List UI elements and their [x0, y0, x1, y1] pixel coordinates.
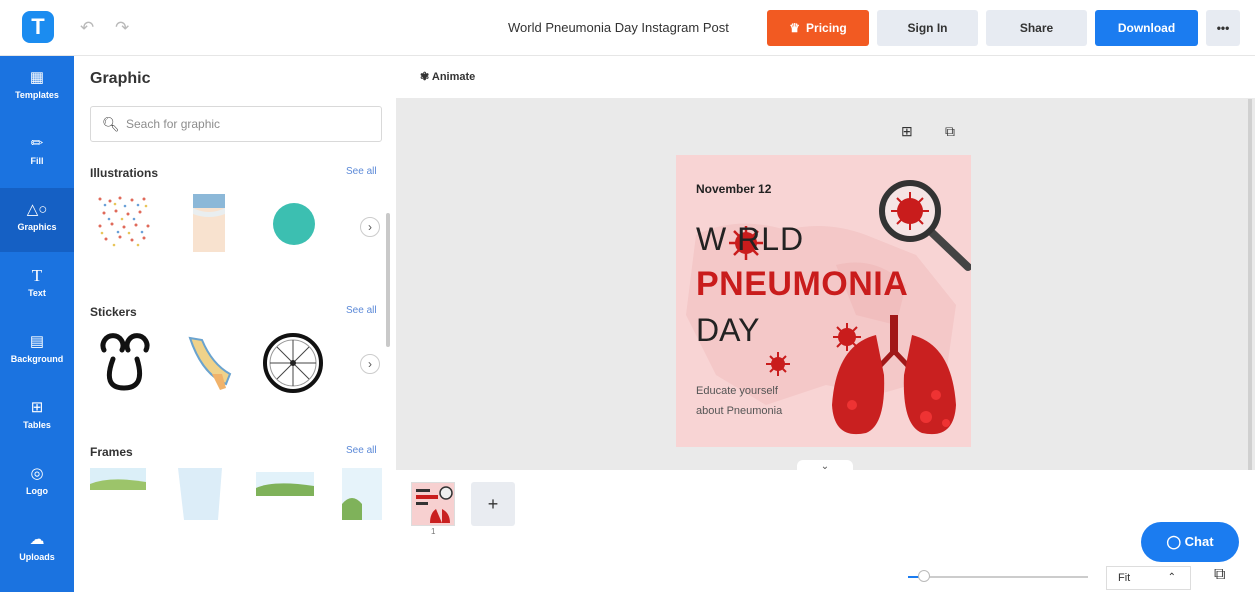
redo-icon[interactable]: ↷	[115, 18, 129, 38]
illustration-dots-thumbnail[interactable]	[94, 193, 156, 251]
zoom-value: Fit	[1118, 572, 1131, 584]
sidebar-item-logo[interactable]: ◎ Logo	[0, 452, 74, 516]
frame-partial-thumbnail[interactable]	[338, 466, 382, 522]
sticker-stethoscope-thumbnail[interactable]	[94, 332, 156, 394]
sidebar-item-background[interactable]: ▤ Background	[0, 320, 74, 384]
poster-world: W RLD	[696, 221, 805, 257]
section-title-stickers: Stickers	[90, 305, 137, 319]
panel-scrollbar[interactable]	[386, 213, 390, 347]
add-page-icon[interactable]: ⊞	[901, 123, 913, 140]
frame-hills-thumbnail[interactable]	[256, 468, 314, 500]
more-options-button[interactable]: •••	[1206, 10, 1240, 46]
app-logo[interactable]: T	[22, 11, 54, 43]
sidebar-item-label: Templates	[15, 90, 59, 100]
stickers-next-arrow[interactable]: ›	[360, 354, 380, 374]
pricing-button[interactable]: ♛ Pricing	[767, 10, 869, 46]
sidebar-item-text[interactable]: T Text	[0, 254, 74, 318]
virus-icon	[833, 323, 861, 351]
sidebar-item-templates[interactable]: ▦ Templates	[0, 56, 74, 120]
sidebar-item-label: Background	[10, 354, 64, 364]
canvas-toolbar: ✾ Animate	[396, 56, 1255, 99]
sidebar-item-label: Fill	[30, 156, 44, 166]
templates-icon: ▦	[29, 69, 45, 86]
page-thumbnail-preview	[416, 486, 453, 523]
table-icon: ⊞	[30, 399, 44, 416]
chat-button[interactable]: ◯ Chat	[1141, 522, 1239, 562]
graphics-icon: △○	[26, 201, 48, 218]
search-input[interactable]	[126, 115, 366, 133]
sidebar-item-tables[interactable]: ⊞ Tables	[0, 386, 74, 450]
document-title[interactable]: World Pneumonia Day Instagram Post	[508, 20, 729, 35]
text-icon: T	[31, 266, 43, 285]
virus-icon	[766, 352, 790, 376]
frame-landscape-thumbnail[interactable]	[90, 466, 148, 496]
logo-icon: ◎	[30, 465, 44, 482]
sidebar-item-label: Logo	[26, 486, 48, 496]
poster-day: DAY	[696, 312, 760, 348]
top-bar: T ↶ ↷ World Pneumonia Day Instagram Post…	[0, 0, 1255, 56]
crown-icon: ♛	[789, 21, 801, 35]
chat-label: Chat	[1184, 534, 1214, 549]
graphic-panel: Graphic 🔍︎ Illustrations See all › Stick…	[74, 56, 396, 592]
sidebar-item-fill[interactable]: ✏ Fill	[0, 122, 74, 186]
illustrations-next-arrow[interactable]: ›	[360, 217, 380, 237]
page-number: 1	[431, 527, 436, 536]
sign-in-button[interactable]: Sign In	[877, 10, 978, 46]
add-page-button[interactable]: +	[471, 482, 515, 526]
download-button[interactable]: Download	[1095, 10, 1198, 46]
page-thumbnail[interactable]	[411, 482, 455, 526]
search-icon: 🔍︎	[102, 116, 120, 132]
sidebar-item-label: Text	[28, 288, 46, 298]
duplicate-page-icon[interactable]: ⧉	[945, 123, 955, 140]
illustration-circle-thumbnail[interactable]	[272, 202, 316, 246]
sidebar: ▦ Templates ✏ Fill △○ Graphics T Text ▤ …	[0, 56, 74, 592]
undo-icon[interactable]: ↶	[80, 18, 94, 38]
see-all-stickers[interactable]: See all	[346, 305, 377, 316]
pages-bar: 1 + ◯ Chat Fit ⌃ ⧉	[396, 470, 1255, 592]
frame-portrait-thumbnail[interactable]	[174, 466, 226, 522]
sidebar-item-label: Tables	[23, 420, 51, 430]
canvas-scrollbar[interactable]	[1248, 99, 1252, 470]
illustration-card-thumbnail[interactable]	[191, 194, 227, 252]
background-icon: ▤	[29, 333, 45, 350]
poster-date: November 12	[696, 182, 772, 196]
zoom-select[interactable]: Fit ⌃	[1106, 566, 1191, 590]
section-title-illustrations: Illustrations	[90, 166, 159, 180]
sticker-banana-thumbnail[interactable]	[182, 334, 236, 392]
zoom-slider-handle[interactable]	[918, 570, 930, 582]
chat-bubble-icon: ◯	[1166, 534, 1182, 549]
poster-subtitle-line2: about Pneumonia	[696, 405, 783, 417]
upload-icon: ☁	[29, 531, 45, 548]
animate-button[interactable]: ✾ Animate	[420, 70, 475, 83]
animate-label: Animate	[431, 71, 476, 83]
sidebar-item-uploads[interactable]: ☁ Uploads	[0, 518, 74, 582]
sticker-wheel-thumbnail[interactable]	[262, 332, 324, 394]
pricing-label: Pricing	[806, 21, 847, 35]
pages-view-icon[interactable]: ⧉	[1214, 566, 1225, 584]
brush-icon: ✏	[30, 135, 44, 152]
zoom-slider-track[interactable]	[908, 576, 1088, 578]
share-button[interactable]: Share	[986, 10, 1087, 46]
section-title-frames: Frames	[90, 445, 133, 459]
search-box: 🔍︎	[90, 106, 382, 142]
animate-icon: ✾	[420, 71, 430, 83]
sidebar-item-label: Graphics	[17, 222, 57, 232]
magnifier-virus-graphic	[879, 180, 971, 271]
sidebar-item-label: Uploads	[19, 552, 55, 562]
sidebar-item-graphics[interactable]: △○ Graphics	[0, 188, 74, 252]
poster-pneumonia: PNEUMONIA	[696, 265, 909, 303]
chevron-up-icon: ⌃	[1167, 572, 1176, 583]
see-all-illustrations[interactable]: See all	[346, 166, 377, 177]
poster-subtitle-line1: Educate yourself	[696, 385, 778, 397]
panel-title: Graphic	[90, 70, 151, 87]
design-poster[interactable]: November 12 W RLD PNEUMONIA DAY Educate …	[676, 155, 971, 447]
see-all-frames[interactable]: See all	[346, 445, 377, 456]
